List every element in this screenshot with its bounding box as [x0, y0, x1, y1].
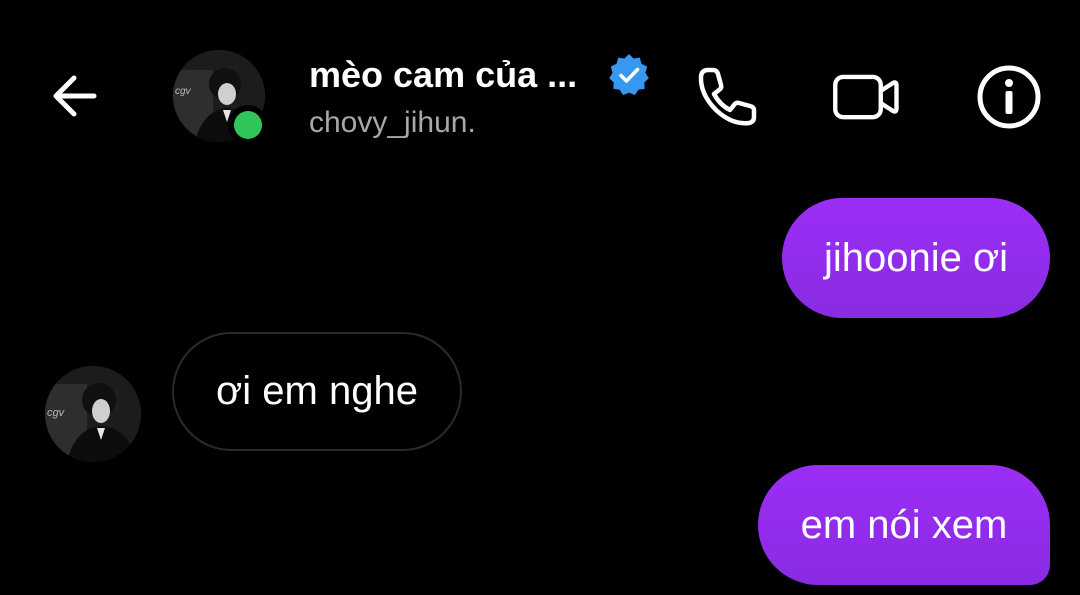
info-button[interactable]	[974, 62, 1044, 132]
info-icon	[977, 65, 1041, 129]
message-text: ơi em nghe	[216, 369, 418, 413]
message-text: jihoonie ơi	[823, 235, 1009, 280]
message-bubble-incoming[interactable]: ơi em nghe	[172, 332, 462, 451]
contact-name[interactable]: mèo cam của ...	[309, 54, 577, 96]
svg-text:cgv: cgv	[175, 86, 192, 97]
video-camera-icon	[833, 74, 899, 120]
chat-header: cgv mèo cam của ... chovy_jihun.	[0, 0, 1080, 190]
arrow-left-icon	[53, 75, 97, 117]
video-call-button[interactable]	[830, 62, 900, 132]
avatar-image: cgv	[45, 366, 141, 462]
svg-text:cgv: cgv	[47, 407, 66, 419]
online-status-indicator	[228, 105, 268, 145]
phone-icon	[698, 67, 757, 126]
verified-badge-icon	[606, 52, 652, 98]
message-bubble-outgoing[interactable]: em nói xem	[758, 465, 1050, 585]
sender-avatar[interactable]: cgv	[45, 366, 141, 462]
message-text: em nói xem	[800, 502, 1008, 547]
call-button[interactable]	[692, 62, 762, 132]
message-bubble-outgoing[interactable]: jihoonie ơi	[782, 198, 1050, 318]
contact-username: chovy_jihun.	[309, 106, 476, 139]
back-button[interactable]	[46, 66, 106, 126]
